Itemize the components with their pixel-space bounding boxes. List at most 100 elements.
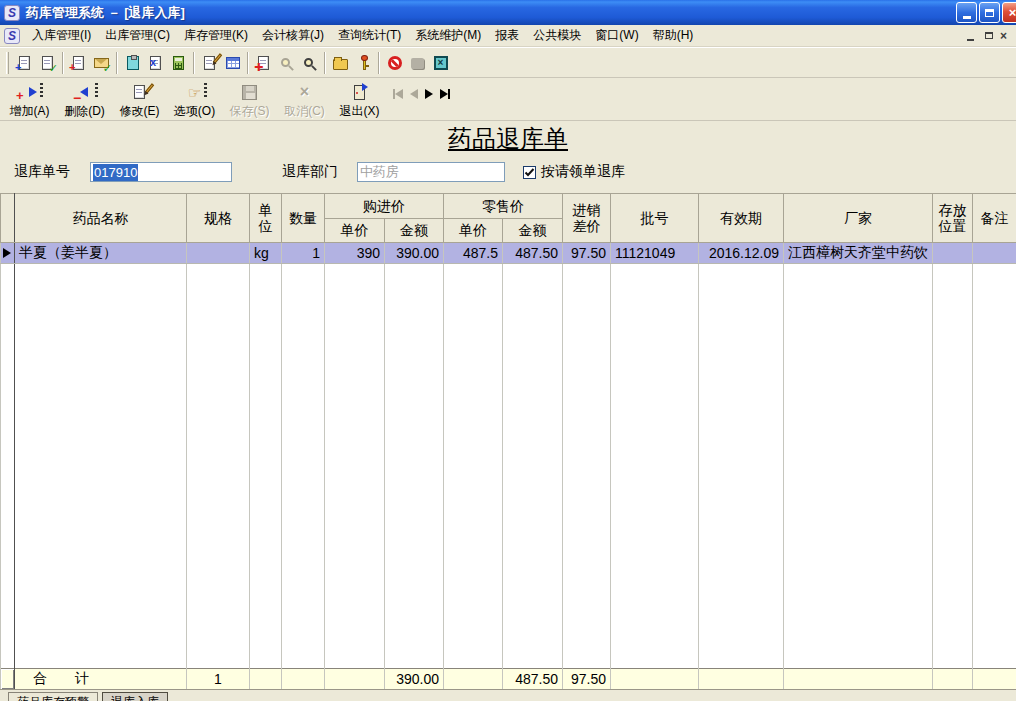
- toolbar-separator: [378, 52, 380, 74]
- mdi-restore-button[interactable]: [981, 29, 997, 43]
- cell-buy-price[interactable]: 390: [325, 243, 385, 264]
- approve-icon[interactable]: ✓: [90, 51, 113, 74]
- current-row-marker: [3, 248, 11, 258]
- menu-item-outbound[interactable]: 出库管理(C): [101, 25, 174, 46]
- header-spec: 规格: [187, 194, 250, 243]
- summary-label: 合 计: [15, 668, 187, 689]
- by-requisition-checkbox[interactable]: [523, 166, 536, 179]
- menu-item-query[interactable]: 查询统计(T): [334, 25, 405, 46]
- toolbar-separator: [116, 52, 118, 74]
- options-icon: ☞: [167, 81, 222, 103]
- exit-button[interactable]: 退出(X): [332, 81, 387, 120]
- disabled-action-icon: [406, 51, 429, 74]
- cell-expiry[interactable]: 2016.12.09: [699, 243, 784, 264]
- header-qty: 数量: [282, 194, 325, 243]
- order-no-label: 退库单号: [14, 163, 70, 181]
- cell-buy-amount[interactable]: 390.00: [385, 243, 444, 264]
- close-button[interactable]: ×: [1002, 2, 1016, 23]
- mdi-child-icon: S: [4, 28, 20, 44]
- search-icon[interactable]: [298, 51, 321, 74]
- audit-document-icon[interactable]: ✓: [36, 51, 59, 74]
- nav-last-button[interactable]: [440, 89, 450, 99]
- new-document-icon[interactable]: +: [13, 51, 36, 74]
- menu-item-inventory[interactable]: 库存管理(K): [180, 25, 252, 46]
- data-grid: 药品名称 规格 单 位 数量 购进价 零售价 进销 差价 批号 有效期 厂家 存…: [0, 193, 1016, 689]
- header-sell-price: 单价: [444, 219, 503, 243]
- order-no-input[interactable]: 017910: [90, 162, 232, 182]
- save-icon: [222, 81, 277, 103]
- header-buy-amount: 金额: [385, 219, 444, 243]
- mdi-close-button[interactable]: ×: [1000, 29, 1016, 43]
- menu-item-accounting[interactable]: 会计核算(J): [258, 25, 328, 46]
- stop-icon[interactable]: [383, 51, 406, 74]
- nav-next-button[interactable]: [425, 89, 433, 99]
- app-icon: S: [4, 5, 20, 21]
- options-button[interactable]: ☞ 选项(O): [167, 81, 222, 120]
- mdi-minimize-button[interactable]: [962, 29, 978, 43]
- cancel-button: × 取消(C): [277, 81, 332, 120]
- modify-icon: [112, 81, 167, 103]
- restore-button[interactable]: [979, 2, 1000, 23]
- header-buy-group: 购进价: [325, 194, 444, 219]
- folder-icon[interactable]: [329, 51, 352, 74]
- medical-document-icon[interactable]: ✚: [252, 51, 275, 74]
- action-toolbar: + 增加(A) − 删除(D) 修改(E) ☞ 选项(O) 保存(S) × 取消…: [0, 78, 1016, 121]
- menu-item-help[interactable]: 帮助(H): [649, 25, 698, 46]
- window-title: 药库管理系统 － [退库入库]: [26, 4, 185, 22]
- nav-first-button[interactable]: [393, 89, 403, 99]
- cell-unit[interactable]: kg: [250, 243, 282, 264]
- menu-item-report[interactable]: 报表: [491, 25, 523, 46]
- cell-sell-price[interactable]: 487.5: [444, 243, 503, 264]
- table-row[interactable]: 半夏（姜半夏） kg 1 390 390.00 487.5 487.50 97.…: [1, 243, 1016, 264]
- modify-button[interactable]: 修改(E): [112, 81, 167, 120]
- menu-item-window[interactable]: 窗口(W): [591, 25, 642, 46]
- key-icon[interactable]: [352, 51, 375, 74]
- toolbar-separator: [324, 52, 326, 74]
- add-record-icon[interactable]: +: [67, 51, 90, 74]
- exit-icon[interactable]: ×: [429, 51, 452, 74]
- cell-location[interactable]: [933, 243, 973, 264]
- summary-buy-amount: 390.00: [385, 668, 444, 689]
- summary-row: 合 计 1 390.00 487.50 97.50: [1, 668, 1016, 689]
- edit-document-icon[interactable]: [198, 51, 221, 74]
- nav-prev-button[interactable]: [410, 89, 418, 99]
- calculator-icon[interactable]: [167, 51, 190, 74]
- header-selector: [1, 194, 15, 243]
- table-view-icon[interactable]: [221, 51, 244, 74]
- checkbox-label: 按请领单退库: [541, 163, 625, 181]
- cell-margin[interactable]: 97.50: [563, 243, 611, 264]
- record-navigator: [393, 89, 450, 99]
- menu-item-common[interactable]: 公共模块: [529, 25, 585, 46]
- header-buy-price: 单价: [325, 219, 385, 243]
- cell-spec[interactable]: [187, 243, 250, 264]
- cell-batch[interactable]: 11121049: [611, 243, 699, 264]
- header-maker: 厂家: [784, 194, 933, 243]
- minimize-button[interactable]: [956, 2, 977, 23]
- cell-sell-amount[interactable]: 487.50: [503, 243, 563, 264]
- clipboard-icon[interactable]: [121, 51, 144, 74]
- toolbar-separator: [193, 52, 195, 74]
- tab-stock-warning[interactable]: 药品库存预警: [8, 692, 98, 701]
- cancel-document-icon[interactable]: x: [144, 51, 167, 74]
- dept-label: 退库部门: [282, 163, 338, 181]
- dept-input[interactable]: 中药房: [357, 162, 505, 182]
- header-name: 药品名称: [15, 194, 187, 243]
- cell-name[interactable]: 半夏（姜半夏）: [15, 243, 187, 264]
- menu-bar: S 入库管理(I) 出库管理(C) 库存管理(K) 会计核算(J) 查询统计(T…: [0, 25, 1016, 47]
- summary-qty: 1: [187, 668, 250, 689]
- toolbar-separator: [62, 52, 64, 74]
- add-button[interactable]: + 增加(A): [2, 81, 57, 120]
- delete-icon: −: [57, 81, 112, 103]
- form-row: 退库单号 017910 退库部门 中药房 按请领单退库: [0, 161, 1016, 183]
- cell-note[interactable]: [973, 243, 1016, 264]
- menu-item-maintenance[interactable]: 系统维护(M): [411, 25, 485, 46]
- header-expiry: 有效期: [699, 194, 784, 243]
- toolbar-grip: [6, 52, 9, 74]
- document-title: 药品退库单: [0, 123, 1016, 155]
- menu-item-inbound[interactable]: 入库管理(I): [28, 25, 95, 46]
- cell-qty[interactable]: 1: [282, 243, 325, 264]
- cell-maker[interactable]: 江西樟树天齐堂中药饮: [784, 243, 933, 264]
- tab-return-inbound[interactable]: 退库入库: [102, 692, 168, 701]
- delete-button[interactable]: − 删除(D): [57, 81, 112, 120]
- bottom-tab-bar: 药品库存预警 退库入库: [0, 689, 1016, 701]
